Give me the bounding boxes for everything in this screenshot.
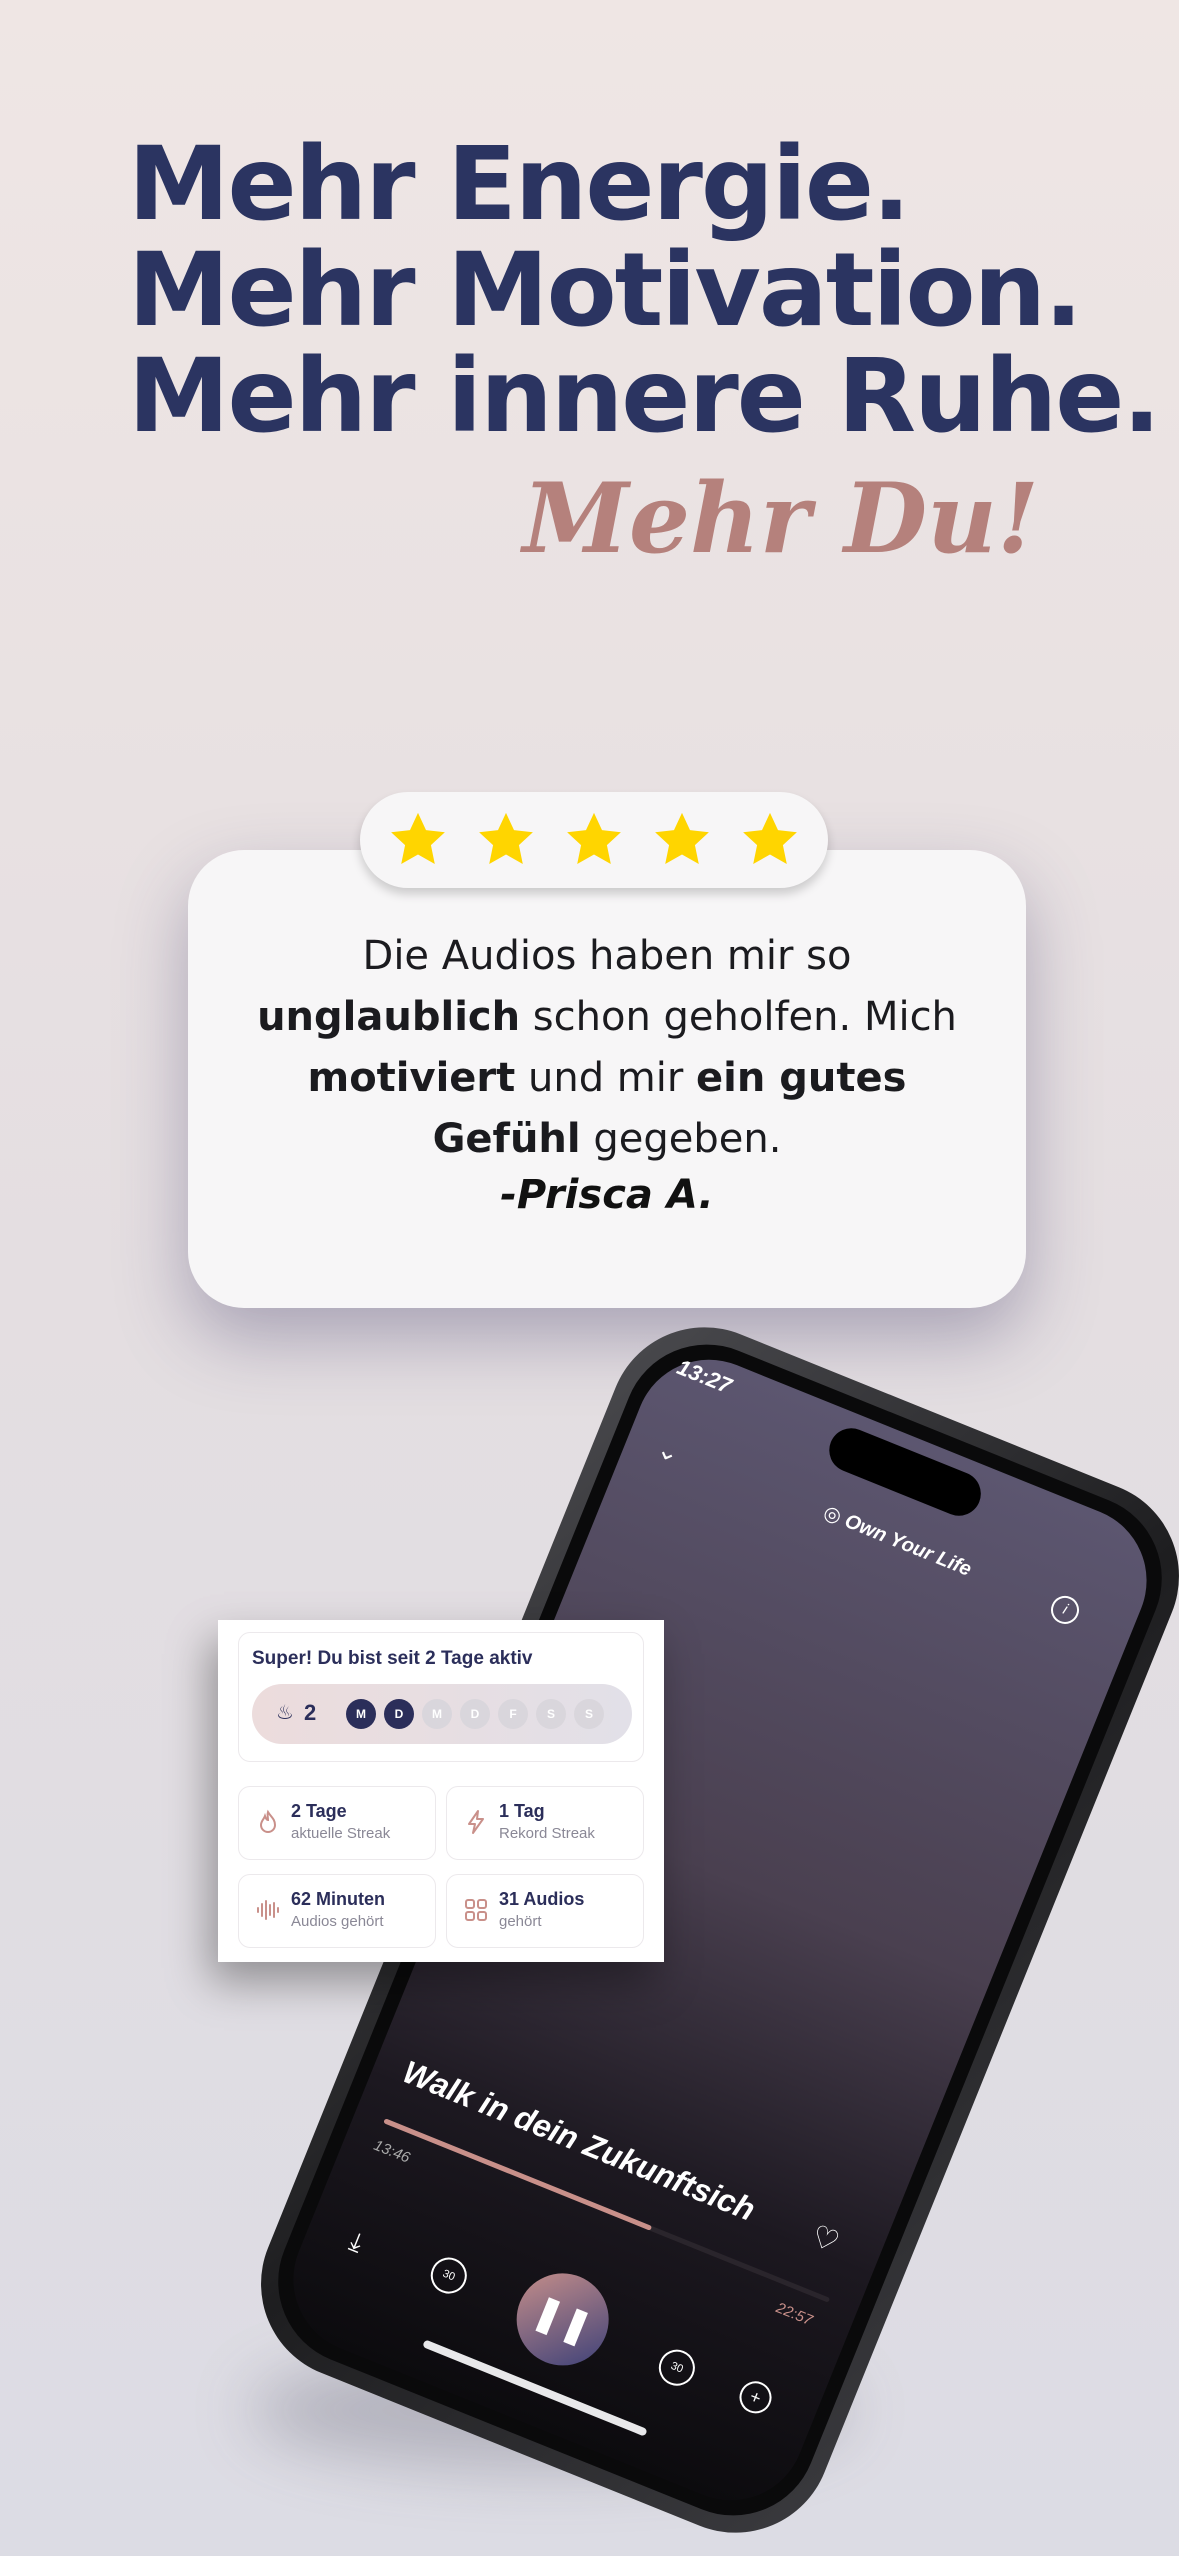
tile-label: Rekord Streak bbox=[499, 1825, 595, 1842]
lightning-icon bbox=[468, 1810, 484, 1834]
weekday-dot: S bbox=[536, 1699, 566, 1729]
grid-icon bbox=[465, 1899, 487, 1921]
tile-label: gehört bbox=[499, 1913, 542, 1930]
tile-record-streak: 1 Tag Rekord Streak bbox=[446, 1786, 644, 1860]
rewind-seconds: 30 bbox=[440, 2267, 457, 2284]
weekday-dot: M bbox=[346, 1699, 376, 1729]
weekday-dot: S bbox=[574, 1699, 604, 1729]
weekday-dot: D bbox=[384, 1699, 414, 1729]
weekday-dot: M bbox=[422, 1699, 452, 1729]
tile-current-streak: 2 Tage aktuelle Streak bbox=[238, 1786, 436, 1860]
tile-minutes: 62 Minuten Audios gehört bbox=[238, 1874, 436, 1948]
weekday-dot: F bbox=[498, 1699, 528, 1729]
streak-count: 2 bbox=[304, 1700, 317, 1725]
weekday-dot: D bbox=[460, 1699, 490, 1729]
stats-title: Super! Du bist seit 2 Tage aktiv bbox=[252, 1648, 533, 1669]
tile-label: aktuelle Streak bbox=[291, 1825, 391, 1842]
tile-value: 31 Audios bbox=[499, 1889, 585, 1909]
tile-value: 2 Tage bbox=[291, 1801, 347, 1821]
flame-icon bbox=[259, 1809, 277, 1833]
waveform-icon bbox=[257, 1900, 279, 1920]
streak-bar: ♨ 2 MDMDFSS bbox=[252, 1684, 632, 1744]
tile-value: 62 Minuten bbox=[291, 1889, 386, 1909]
phone-mockup bbox=[261, 1327, 1179, 2533]
forward-seconds: 30 bbox=[668, 2359, 685, 2376]
stats-card: Super! Du bist seit 2 Tage aktiv ♨ 2 MDM… bbox=[218, 1620, 664, 1962]
tile-value: 1 Tag bbox=[499, 1801, 545, 1821]
tile-audios: 31 Audios gehört bbox=[446, 1874, 644, 1948]
flame-icon: ♨ bbox=[276, 1702, 294, 1724]
tile-label: Audios gehört bbox=[291, 1913, 384, 1930]
